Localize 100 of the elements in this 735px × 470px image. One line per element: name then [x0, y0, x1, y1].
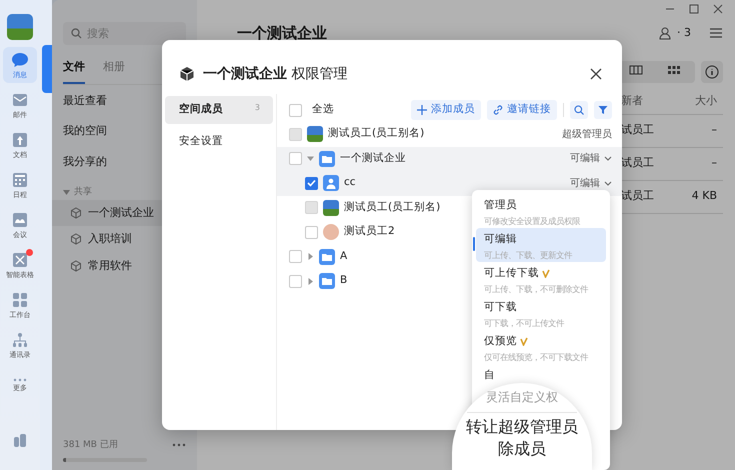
table-cell-text: – — [710, 155, 718, 172]
folder-icon — [319, 150, 335, 167]
checkbox-label: 全选 — [312, 102, 334, 118]
cube-icon — [179, 66, 195, 82]
storage-label: 381 MB 已用 — [63, 438, 118, 452]
document-icon — [11, 131, 29, 149]
grid-icon[interactable] — [667, 64, 681, 74]
close-icon[interactable] — [713, 4, 723, 14]
nav-label: 常用软件 — [88, 258, 132, 274]
nav-label: 一个测试企业 — [88, 204, 154, 220]
checkbox[interactable] — [289, 250, 302, 264]
table-cell-text: 4 KB — [690, 188, 718, 204]
member-name: B — [340, 273, 348, 288]
tab[interactable]: 文件 — [63, 59, 85, 84]
checkbox[interactable] — [305, 226, 318, 239]
nav-item[interactable]: 入职培训 — [52, 226, 197, 252]
columns-icon[interactable] — [629, 64, 643, 74]
action-button[interactable]: 邀请链接 — [487, 100, 557, 120]
option-description: 灵活自定义权 — [486, 389, 558, 406]
people-icon[interactable] — [659, 26, 673, 40]
option-description: 可上传、下载、更新文件 — [484, 250, 574, 260]
menu-option[interactable]: 管理员 可修改安全设置及成员权限 — [476, 194, 606, 228]
close-icon[interactable] — [590, 68, 602, 80]
table-cell-text: – — [710, 122, 718, 138]
member-name: 一个测试企业 — [340, 150, 406, 166]
caret-icon[interactable] — [307, 155, 314, 162]
funnel-icon — [598, 105, 608, 115]
member-name: A — [340, 248, 348, 264]
option-title: 管理员 — [484, 198, 517, 213]
search-icon — [71, 28, 82, 39]
member-name: 测试员工2 — [344, 224, 395, 240]
more-icon[interactable] — [172, 443, 186, 448]
action-button[interactable]: 添加成员 — [411, 100, 481, 120]
role-dropdown[interactable]: 可编辑 — [570, 176, 612, 191]
column-header[interactable]: 大小 — [673, 92, 723, 110]
caret-icon[interactable] — [63, 189, 70, 196]
tab[interactable]: 安全设置 — [165, 128, 273, 156]
search-field[interactable]: 搜索 — [63, 22, 186, 45]
maximize-icon[interactable] — [689, 4, 699, 14]
member-name: 测试员工(员工别名) — [344, 200, 440, 215]
tab-label: 空间成员 — [179, 102, 223, 117]
dots-icon — [13, 378, 27, 382]
chart-bars-icon[interactable] — [11, 431, 29, 449]
cloud-icon — [11, 211, 29, 229]
checkbox[interactable] — [289, 104, 302, 116]
menu-option[interactable]: 仅预览 仅可在线预览，不可下载文件 — [476, 330, 606, 364]
menu-option[interactable]: 可编辑 可上传、下载、更新文件 — [476, 228, 606, 262]
cube-icon — [70, 233, 82, 246]
menu-option[interactable]: 可上传下载 可上传、下载，不可删除文件 — [476, 262, 606, 296]
table-cell-text: 试员工 — [621, 188, 655, 204]
member-row[interactable]: 一个测试企业 可编辑 — [277, 146, 622, 171]
option-description: 可上传、下载，不可删除文件 — [484, 284, 590, 294]
tab[interactable]: 空间成员 3 — [165, 96, 273, 124]
option-description: 可修改安全设置及成员权限 — [484, 216, 581, 226]
envelope-icon — [11, 91, 29, 109]
info-button[interactable] — [701, 60, 723, 82]
nav-label: 入职培训 — [88, 231, 132, 247]
member-name: cc — [344, 175, 356, 190]
member-row[interactable]: cc 可编辑 — [277, 171, 622, 196]
filter-button[interactable] — [594, 101, 612, 119]
info-icon — [705, 64, 719, 78]
page-title: 一个测试企业 — [237, 23, 327, 44]
checkbox[interactable] — [289, 152, 302, 166]
dialog-title: 一个测试企业 权限管理 — [203, 64, 348, 84]
folder-icon — [319, 248, 335, 265]
member-count: · 3 — [677, 25, 691, 41]
section-label: 共享 — [74, 186, 92, 199]
column-header[interactable]: 新者 — [621, 92, 673, 110]
photo-placeholder — [323, 200, 339, 216]
photo-placeholder[interactable] — [7, 14, 33, 40]
option-title: 可上传下载 — [484, 266, 539, 281]
member-name: 测试员工(员工别名) — [328, 126, 424, 142]
option-title: 可下载 — [484, 300, 517, 315]
table-cell-text: 试员工 — [621, 155, 655, 172]
photo-placeholder — [307, 126, 323, 142]
tab-label: 安全设置 — [179, 134, 223, 149]
search-icon — [574, 105, 584, 115]
org-chart-icon — [11, 331, 29, 349]
chevron-icon — [604, 156, 612, 162]
menu-action[interactable]: 转让超级管理员 — [466, 417, 578, 436]
link-icon — [493, 105, 503, 115]
folder-icon — [319, 273, 335, 290]
option-description: 可下载，不可上传文件 — [484, 318, 566, 328]
option-title: 可编辑 — [484, 232, 517, 247]
checkbox[interactable] — [289, 274, 302, 288]
role-dropdown[interactable]: 可编辑 — [570, 151, 612, 166]
option-description: 仅可在线预览，不可下载文件 — [484, 352, 590, 362]
checkbox[interactable] — [305, 176, 318, 190]
caret-icon[interactable] — [307, 278, 314, 285]
search-button[interactable] — [570, 101, 588, 119]
nav-item[interactable]: 常用软件 — [52, 252, 197, 279]
menu-option[interactable]: 可下载 可下载，不可上传文件 — [476, 296, 606, 330]
table-cell-text: 试员工 — [621, 122, 655, 138]
caret-icon[interactable] — [307, 253, 314, 260]
member-count-label: 3 — [254, 102, 260, 114]
apps-grid-icon — [11, 291, 29, 309]
menu-action[interactable]: 除成员 — [498, 439, 546, 458]
option-title: 仅预览 — [484, 334, 517, 349]
menu-icon[interactable] — [709, 27, 723, 40]
chat-bubble-icon — [11, 51, 29, 69]
